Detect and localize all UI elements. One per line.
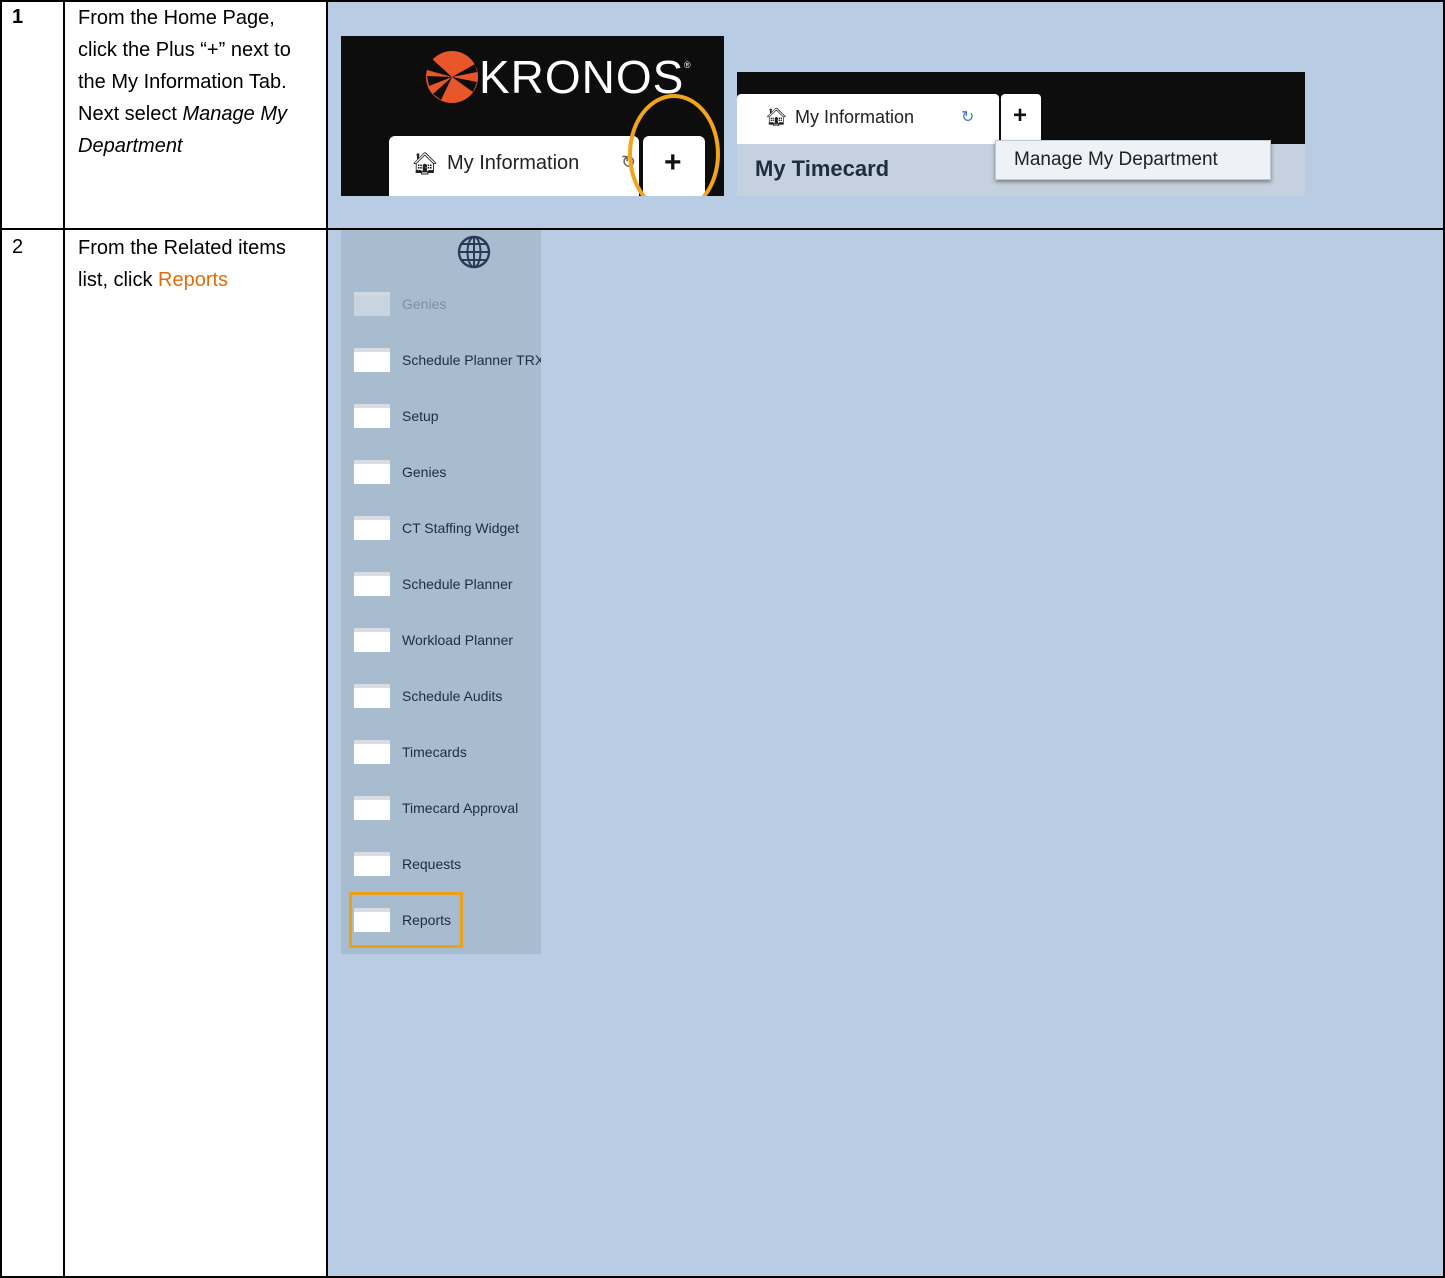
step-1-instruction: From the Home Page, click the Plus “+” n… (78, 2, 318, 162)
add-tab-button[interactable]: + (1001, 94, 1041, 144)
page-title: My Timecard (755, 156, 890, 181)
step-1-number: 1 (12, 6, 24, 28)
widget-icon (354, 572, 390, 596)
related-item-label: Timecard Approval (402, 800, 519, 816)
related-item-ct-staffing-widget[interactable]: CT Staffing Widget (354, 516, 539, 552)
manage-my-department-menu-item[interactable]: Manage My Department (995, 140, 1271, 180)
related-item-label: Setup (402, 408, 439, 424)
table-row-divider (0, 228, 1445, 230)
related-item-schedule-planner-trx[interactable]: Schedule Planner TRX (354, 348, 541, 384)
table-border-left (0, 0, 2, 1278)
related-item-schedule-planner[interactable]: Schedule Planner (354, 572, 539, 608)
widget-icon (354, 796, 390, 820)
my-information-tab[interactable]: 🏠︎ My Information ↻ (389, 136, 639, 196)
widget-icon (354, 628, 390, 652)
related-item-label: Genies (402, 464, 447, 480)
reports-link[interactable]: Reports (158, 269, 228, 291)
related-item-workload-planner[interactable]: Workload Planner (354, 628, 539, 664)
step-2-instruction: From the Related items list, click Repor… (78, 232, 318, 296)
plus-icon: + (1013, 102, 1028, 129)
widget-icon (354, 460, 390, 484)
instruction-table: 1 From the Home Page, click the Plus “+”… (0, 0, 1445, 1278)
related-items-panel: Genies Schedule Planner TRX Setup Genies… (341, 230, 541, 954)
table-col-divider-2 (326, 0, 328, 1278)
registered-mark: ® (684, 60, 691, 70)
related-item-label: Schedule Planner (402, 576, 513, 592)
widget-icon (354, 684, 390, 708)
related-item-label: Schedule Planner TRX (402, 352, 541, 368)
home-icon: 🏠︎ (765, 107, 788, 127)
table-col-divider-1 (63, 0, 65, 1278)
related-item-label: Requests (402, 856, 462, 872)
tab-label: My Information (795, 107, 915, 127)
related-item-genies-top[interactable]: Genies (354, 292, 539, 328)
reports-highlight-box (349, 892, 463, 948)
related-item-label: CT Staffing Widget (402, 520, 519, 536)
widget-icon (354, 292, 390, 316)
related-item-timecard-approval[interactable]: Timecard Approval (354, 796, 539, 832)
related-item-label: Workload Planner (402, 632, 514, 648)
related-item-requests[interactable]: Requests (354, 852, 539, 888)
widget-icon (354, 348, 390, 372)
related-item-label: Timecards (402, 744, 467, 760)
widget-icon (354, 404, 390, 428)
kronos-header-screenshot: KRONOS ® 🏠︎ My Information ↻ + (341, 36, 724, 196)
related-item-genies[interactable]: Genies (354, 460, 539, 496)
kronos-logo-icon (426, 51, 478, 103)
widget-icon (354, 516, 390, 540)
globe-icon[interactable] (456, 234, 492, 270)
related-item-label: Schedule Audits (402, 688, 503, 704)
tab-label: My Information (447, 152, 580, 174)
my-information-tab[interactable]: 🏠︎ My Information ↻ (737, 94, 999, 144)
step-2-number: 2 (12, 236, 24, 258)
related-item-setup[interactable]: Setup (354, 404, 539, 440)
related-item-timecards[interactable]: Timecards (354, 740, 539, 776)
refresh-icon[interactable]: ↻ (961, 107, 974, 127)
manage-department-menu-screenshot: 🏠︎ My Information ↻ + My Timecard Manage… (737, 72, 1305, 196)
related-item-schedule-audits[interactable]: Schedule Audits (354, 684, 539, 720)
widget-icon (354, 852, 390, 876)
home-icon: 🏠︎ (411, 151, 439, 176)
related-item-label: Genies (402, 296, 447, 312)
highlight-circle (628, 94, 720, 196)
kronos-logo-text: KRONOS (479, 51, 685, 103)
menu-item-label: Manage My Department (1014, 149, 1218, 170)
widget-icon (354, 740, 390, 764)
